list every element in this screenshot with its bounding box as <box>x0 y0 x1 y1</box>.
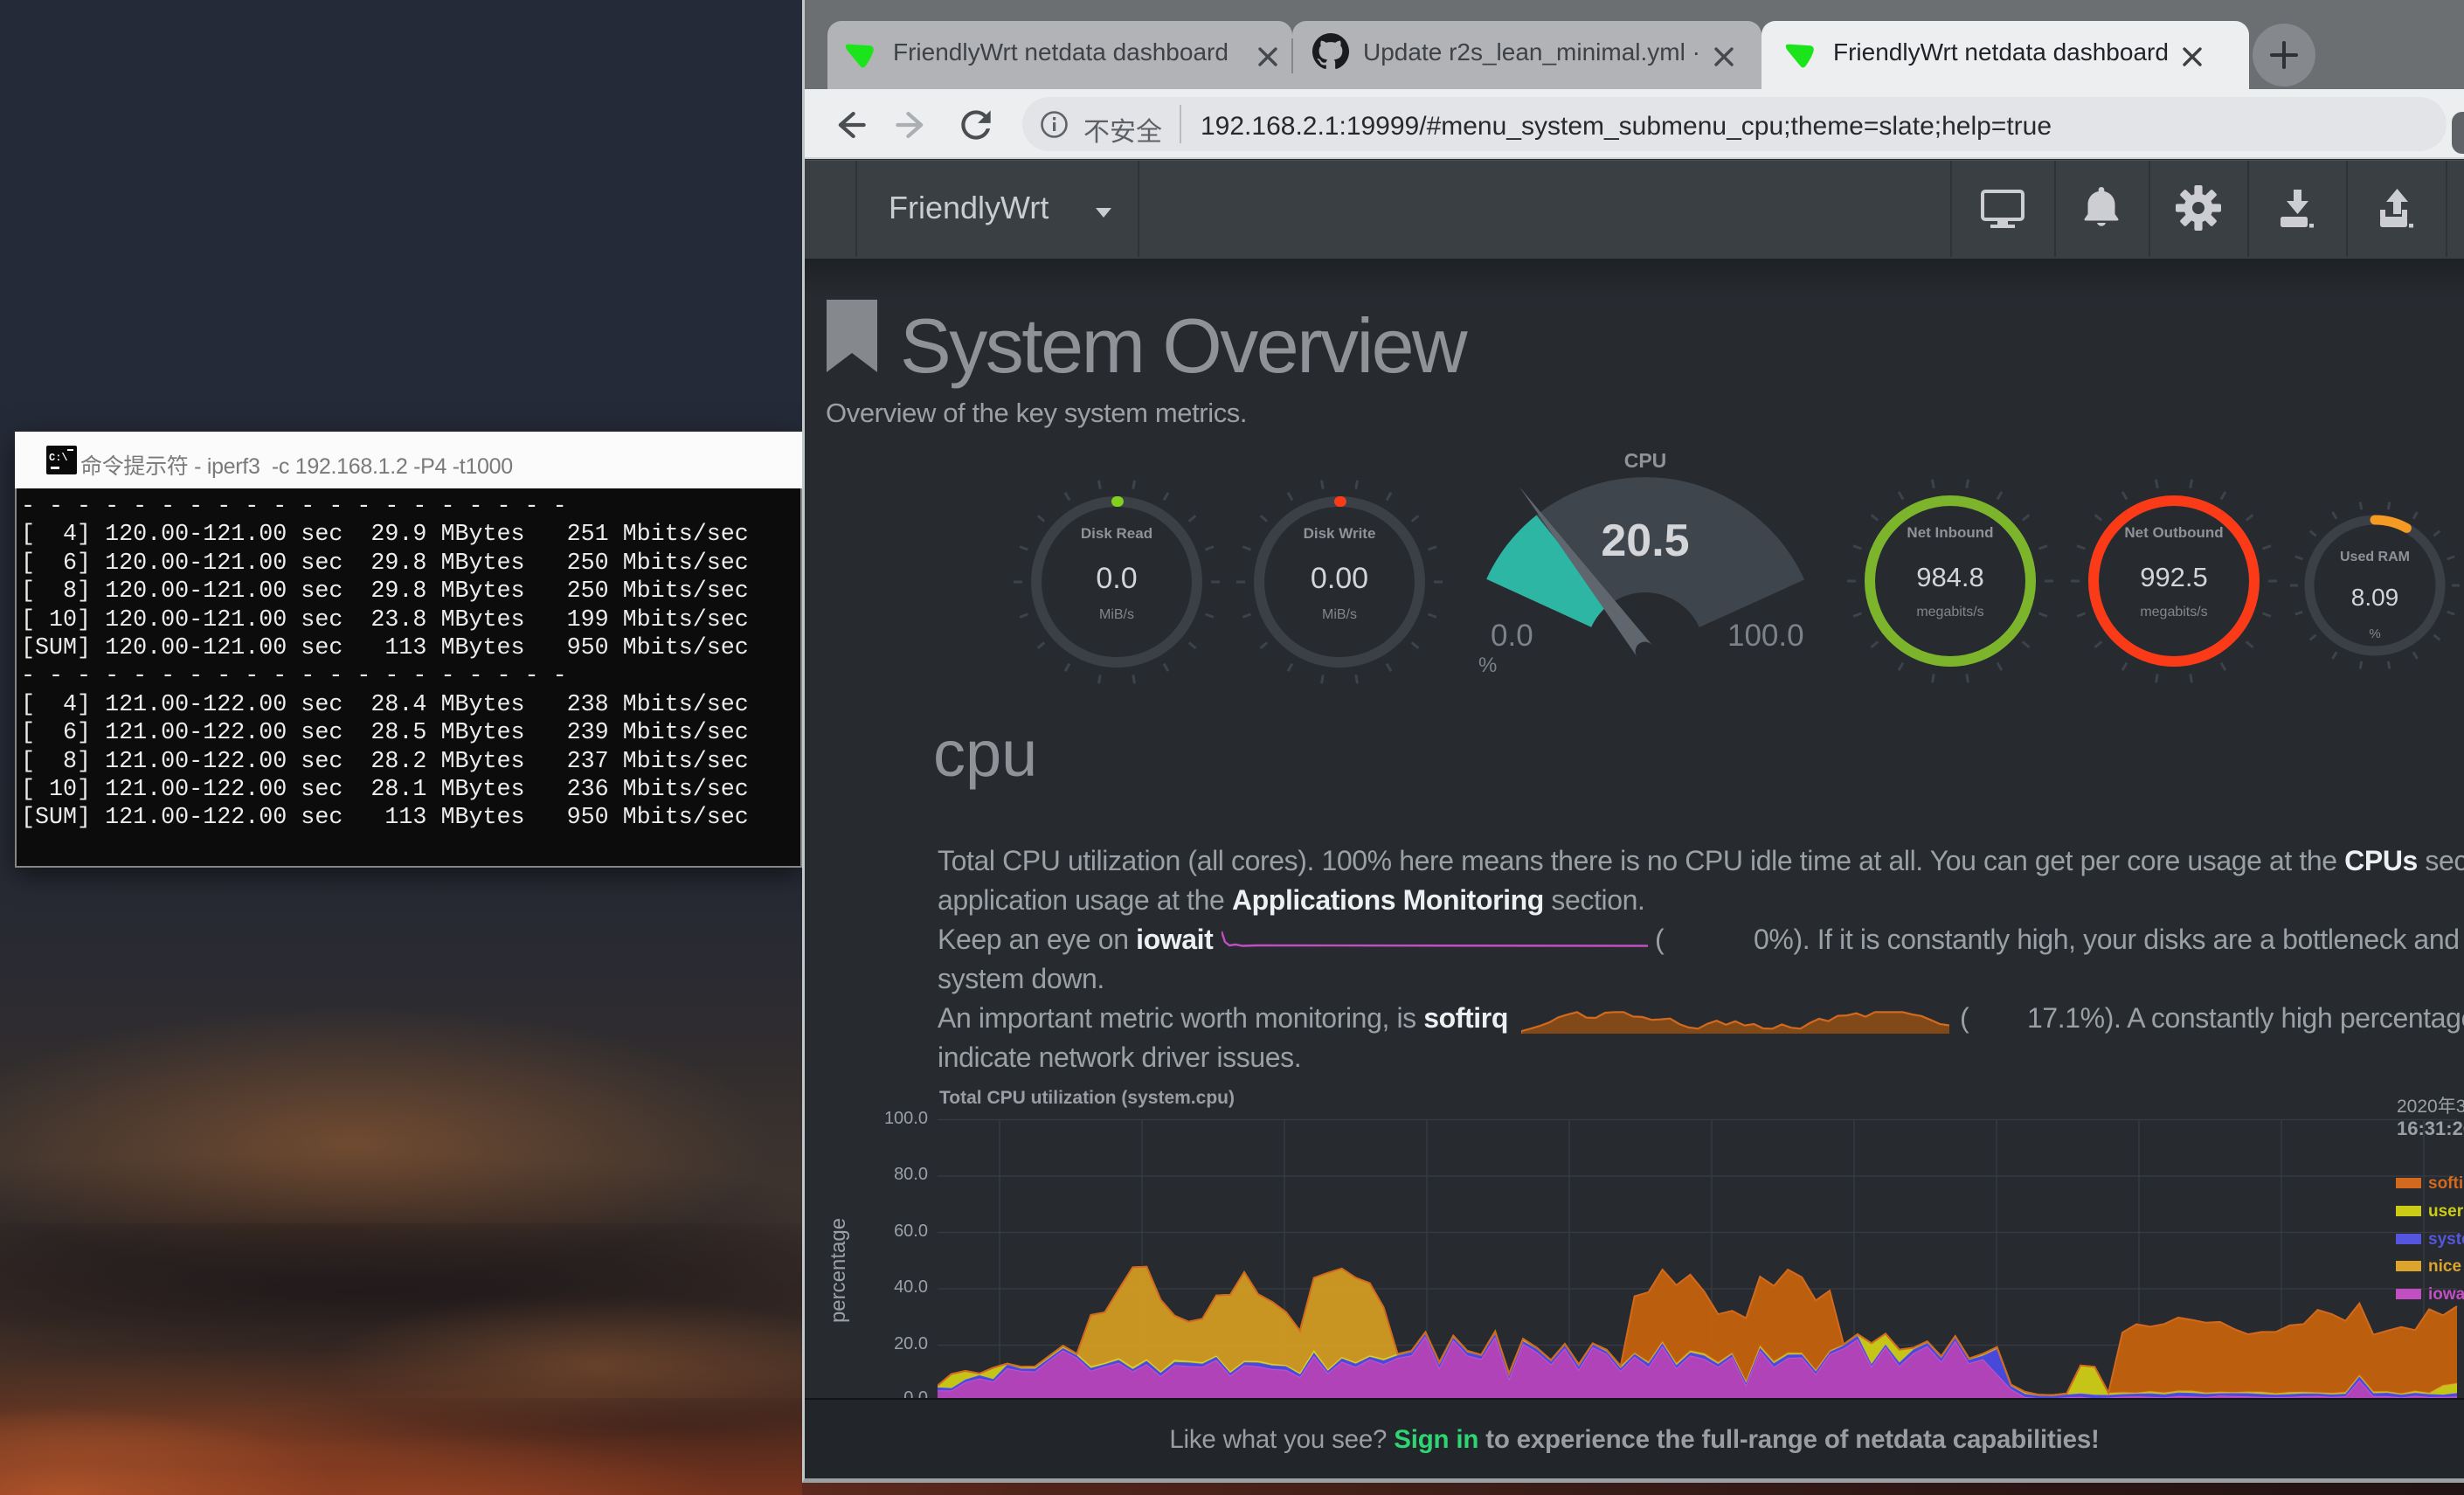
svg-text:C:\: C:\ <box>49 452 68 464</box>
